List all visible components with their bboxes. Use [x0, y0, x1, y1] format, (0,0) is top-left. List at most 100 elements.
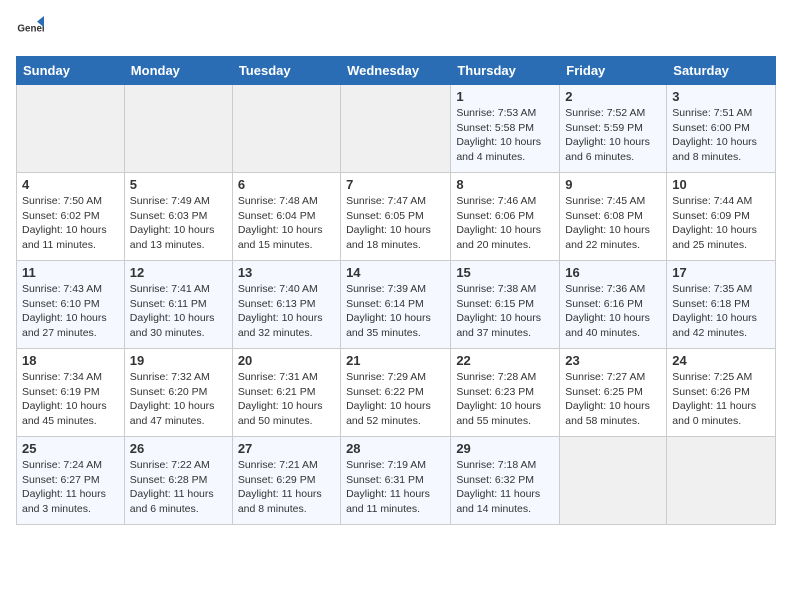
day-detail: Sunrise: 7:52 AM Sunset: 5:59 PM Dayligh… — [565, 106, 661, 165]
day-cell: 16 Sunrise: 7:36 AM Sunset: 6:16 PM Dayli… — [560, 261, 667, 349]
day-number: 16 — [565, 265, 661, 280]
day-number: 6 — [238, 177, 335, 192]
col-header-monday: Monday — [124, 57, 232, 85]
day-detail: Sunrise: 7:53 AM Sunset: 5:58 PM Dayligh… — [456, 106, 554, 165]
day-number: 18 — [22, 353, 119, 368]
day-cell — [667, 437, 776, 525]
calendar-table: SundayMondayTuesdayWednesdayThursdayFrid… — [16, 56, 776, 525]
day-cell: 25 Sunrise: 7:24 AM Sunset: 6:27 PM Dayli… — [17, 437, 125, 525]
day-cell: 17 Sunrise: 7:35 AM Sunset: 6:18 PM Dayli… — [667, 261, 776, 349]
day-cell: 13Sunrise: 7:40 AM Sunset: 6:13 PM Dayli… — [232, 261, 340, 349]
svg-text:General: General — [17, 23, 44, 34]
day-detail: Sunrise: 7:43 AM Sunset: 6:10 PM Dayligh… — [22, 282, 119, 341]
col-header-thursday: Thursday — [451, 57, 560, 85]
day-detail: Sunrise: 7:24 AM Sunset: 6:27 PM Dayligh… — [22, 458, 119, 517]
logo: General — [16, 16, 48, 44]
day-detail: Sunrise: 7:47 AM Sunset: 6:05 PM Dayligh… — [346, 194, 445, 253]
week-row: 11 Sunrise: 7:43 AM Sunset: 6:10 PM Dayli… — [17, 261, 776, 349]
day-detail: Sunrise: 7:48 AM Sunset: 6:04 PM Dayligh… — [238, 194, 335, 253]
day-number: 2 — [565, 89, 661, 104]
day-cell: 28Sunrise: 7:19 AM Sunset: 6:31 PM Dayli… — [341, 437, 451, 525]
day-cell: 18Sunrise: 7:34 AM Sunset: 6:19 PM Dayli… — [17, 349, 125, 437]
day-cell: 10 Sunrise: 7:44 AM Sunset: 6:09 PM Dayli… — [667, 173, 776, 261]
day-number: 24 — [672, 353, 770, 368]
day-detail: Sunrise: 7:28 AM Sunset: 6:23 PM Dayligh… — [456, 370, 554, 429]
day-number: 14 — [346, 265, 445, 280]
day-cell: 7 Sunrise: 7:47 AM Sunset: 6:05 PM Daylig… — [341, 173, 451, 261]
day-detail: Sunrise: 7:29 AM Sunset: 6:22 PM Dayligh… — [346, 370, 445, 429]
day-cell: 12 Sunrise: 7:41 AM Sunset: 6:11 PM Dayli… — [124, 261, 232, 349]
day-number: 8 — [456, 177, 554, 192]
week-row: 18Sunrise: 7:34 AM Sunset: 6:19 PM Dayli… — [17, 349, 776, 437]
day-number: 11 — [22, 265, 119, 280]
day-detail: Sunrise: 7:25 AM Sunset: 6:26 PM Dayligh… — [672, 370, 770, 429]
day-number: 10 — [672, 177, 770, 192]
day-cell — [560, 437, 667, 525]
day-cell: 22 Sunrise: 7:28 AM Sunset: 6:23 PM Dayli… — [451, 349, 560, 437]
col-header-friday: Friday — [560, 57, 667, 85]
day-detail: Sunrise: 7:40 AM Sunset: 6:13 PM Dayligh… — [238, 282, 335, 341]
day-detail: Sunrise: 7:51 AM Sunset: 6:00 PM Dayligh… — [672, 106, 770, 165]
day-cell: 9 Sunrise: 7:45 AM Sunset: 6:08 PM Daylig… — [560, 173, 667, 261]
day-cell — [341, 85, 451, 173]
day-number: 25 — [22, 441, 119, 456]
day-detail: Sunrise: 7:18 AM Sunset: 6:32 PM Dayligh… — [456, 458, 554, 517]
week-row: 1 Sunrise: 7:53 AM Sunset: 5:58 PM Daylig… — [17, 85, 776, 173]
day-detail: Sunrise: 7:50 AM Sunset: 6:02 PM Dayligh… — [22, 194, 119, 253]
col-header-wednesday: Wednesday — [341, 57, 451, 85]
week-row: 25 Sunrise: 7:24 AM Sunset: 6:27 PM Dayli… — [17, 437, 776, 525]
col-header-tuesday: Tuesday — [232, 57, 340, 85]
page-header: General — [16, 16, 776, 44]
header-row: SundayMondayTuesdayWednesdayThursdayFrid… — [17, 57, 776, 85]
day-number: 17 — [672, 265, 770, 280]
day-cell — [124, 85, 232, 173]
day-cell: 4 Sunrise: 7:50 AM Sunset: 6:02 PM Daylig… — [17, 173, 125, 261]
day-cell: 26Sunrise: 7:22 AM Sunset: 6:28 PM Dayli… — [124, 437, 232, 525]
day-number: 27 — [238, 441, 335, 456]
day-cell: 2 Sunrise: 7:52 AM Sunset: 5:59 PM Daylig… — [560, 85, 667, 173]
day-detail: Sunrise: 7:44 AM Sunset: 6:09 PM Dayligh… — [672, 194, 770, 253]
day-cell: 8 Sunrise: 7:46 AM Sunset: 6:06 PM Daylig… — [451, 173, 560, 261]
day-number: 21 — [346, 353, 445, 368]
day-number: 4 — [22, 177, 119, 192]
day-detail: Sunrise: 7:19 AM Sunset: 6:31 PM Dayligh… — [346, 458, 445, 517]
day-detail: Sunrise: 7:27 AM Sunset: 6:25 PM Dayligh… — [565, 370, 661, 429]
day-cell: 5 Sunrise: 7:49 AM Sunset: 6:03 PM Daylig… — [124, 173, 232, 261]
day-cell: 19 Sunrise: 7:32 AM Sunset: 6:20 PM Dayli… — [124, 349, 232, 437]
day-detail: Sunrise: 7:45 AM Sunset: 6:08 PM Dayligh… — [565, 194, 661, 253]
day-number: 12 — [130, 265, 227, 280]
day-number: 15 — [456, 265, 554, 280]
col-header-sunday: Sunday — [17, 57, 125, 85]
day-number: 22 — [456, 353, 554, 368]
day-cell: 15 Sunrise: 7:38 AM Sunset: 6:15 PM Dayli… — [451, 261, 560, 349]
day-cell: 29 Sunrise: 7:18 AM Sunset: 6:32 PM Dayli… — [451, 437, 560, 525]
day-number: 26 — [130, 441, 227, 456]
day-number: 19 — [130, 353, 227, 368]
day-cell: 1 Sunrise: 7:53 AM Sunset: 5:58 PM Daylig… — [451, 85, 560, 173]
day-detail: Sunrise: 7:21 AM Sunset: 6:29 PM Dayligh… — [238, 458, 335, 517]
day-cell: 20Sunrise: 7:31 AM Sunset: 6:21 PM Dayli… — [232, 349, 340, 437]
day-number: 1 — [456, 89, 554, 104]
day-cell: 3 Sunrise: 7:51 AM Sunset: 6:00 PM Daylig… — [667, 85, 776, 173]
day-detail: Sunrise: 7:49 AM Sunset: 6:03 PM Dayligh… — [130, 194, 227, 253]
logo-icon: General — [16, 16, 44, 44]
day-detail: Sunrise: 7:46 AM Sunset: 6:06 PM Dayligh… — [456, 194, 554, 253]
day-number: 29 — [456, 441, 554, 456]
day-detail: Sunrise: 7:38 AM Sunset: 6:15 PM Dayligh… — [456, 282, 554, 341]
col-header-saturday: Saturday — [667, 57, 776, 85]
day-detail: Sunrise: 7:35 AM Sunset: 6:18 PM Dayligh… — [672, 282, 770, 341]
day-number: 7 — [346, 177, 445, 192]
day-number: 5 — [130, 177, 227, 192]
day-number: 9 — [565, 177, 661, 192]
day-cell: 11 Sunrise: 7:43 AM Sunset: 6:10 PM Dayli… — [17, 261, 125, 349]
day-cell — [232, 85, 340, 173]
day-detail: Sunrise: 7:36 AM Sunset: 6:16 PM Dayligh… — [565, 282, 661, 341]
day-detail: Sunrise: 7:41 AM Sunset: 6:11 PM Dayligh… — [130, 282, 227, 341]
day-cell: 6 Sunrise: 7:48 AM Sunset: 6:04 PM Daylig… — [232, 173, 340, 261]
day-detail: Sunrise: 7:31 AM Sunset: 6:21 PM Dayligh… — [238, 370, 335, 429]
day-number: 3 — [672, 89, 770, 104]
day-cell — [17, 85, 125, 173]
day-cell: 24 Sunrise: 7:25 AM Sunset: 6:26 PM Dayli… — [667, 349, 776, 437]
day-cell: 14Sunrise: 7:39 AM Sunset: 6:14 PM Dayli… — [341, 261, 451, 349]
day-detail: Sunrise: 7:32 AM Sunset: 6:20 PM Dayligh… — [130, 370, 227, 429]
